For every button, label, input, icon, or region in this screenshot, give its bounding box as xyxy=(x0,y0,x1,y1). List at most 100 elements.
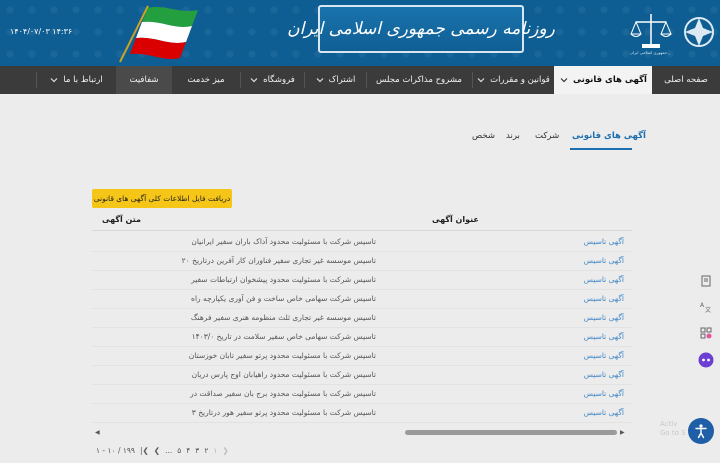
ad-text: تاسیس شرکت با مسئولیت محدود آداک باران س… xyxy=(191,237,376,246)
svg-text:文: 文 xyxy=(705,306,711,313)
page-link[interactable]: ۲ xyxy=(204,446,208,455)
chevron-down-icon xyxy=(250,78,258,83)
pagination: ۱ - ۱۰ / ۱۹۹ |❮ ❮ ... ۵ ۴ ۳ ۲ ۱ ❯ xyxy=(96,443,229,457)
accessibility-button[interactable] xyxy=(688,418,714,444)
nav-transparency[interactable]: شفافیت xyxy=(116,66,172,94)
nav-subscription-label: اشتراک xyxy=(328,75,356,85)
apps-icon[interactable] xyxy=(697,324,715,342)
ad-text: تاسیس موسسه غیر تجاری سفیر فناوران کار آ… xyxy=(181,256,376,265)
table-row[interactable]: آگهی تاسیس تاسیس شرکت سهامی خاص سفیر سلا… xyxy=(92,328,632,347)
ad-title-link[interactable]: آگهی تاسیس xyxy=(584,313,624,322)
ad-text: تاسیس شرکت با مسئولیت محدود راهیابان اوج… xyxy=(191,370,376,379)
tab-legal-ads[interactable]: آگهی های قانونی xyxy=(572,131,646,141)
nav-legal-ads-label: آگهی های قانونی xyxy=(573,75,647,85)
table-row[interactable]: آگهی تاسیس تاسیس شرکت با مسئولیت محدود ر… xyxy=(92,366,632,385)
scroll-left-arrow-icon[interactable]: ◀ xyxy=(95,429,100,436)
chevron-down-icon xyxy=(560,78,568,83)
nav-shop-label: فروشگاه xyxy=(263,75,295,85)
nav-divider xyxy=(366,72,367,88)
nav-divider xyxy=(36,72,37,88)
chevron-down-icon xyxy=(50,78,58,83)
page-link[interactable]: ... xyxy=(165,446,172,455)
nav-laws[interactable]: قوانین و مقررات xyxy=(472,66,554,94)
tab-person[interactable]: شخص xyxy=(472,131,495,141)
chat-icon[interactable] xyxy=(697,351,715,369)
table-row[interactable]: آگهی تاسیس تاسیس شرکت سهامی خاص ساخت و ف… xyxy=(92,290,632,309)
chevron-down-icon xyxy=(316,78,324,83)
scrollbar-thumb[interactable] xyxy=(405,430,617,435)
nav-home[interactable]: صفحه اصلی xyxy=(652,66,720,94)
nav-divider xyxy=(304,72,305,88)
table-header-divider xyxy=(92,230,632,231)
ad-title-link[interactable]: آگهی تاسیس xyxy=(584,237,624,246)
ad-text: تاسیس شرکت با مسئولیت محدود پرتو سفیر تا… xyxy=(188,351,376,360)
nav-divider xyxy=(472,72,473,88)
column-header-text[interactable]: متن آگهی xyxy=(102,215,141,224)
nav-legal-ads[interactable]: آگهی های قانونی xyxy=(554,66,652,94)
ad-text: تاسیس شرکت با مسئولیت محدود پرتو سفیر هو… xyxy=(191,408,376,417)
nav-parliament-label: مشروح مذاکرات مجلس xyxy=(376,75,462,85)
tab-company[interactable]: شرکت xyxy=(535,131,559,141)
tab-brand[interactable]: برند xyxy=(506,131,520,141)
watermark-line-2: Go to S xyxy=(660,429,686,437)
nav-home-label: صفحه اصلی xyxy=(664,75,708,85)
prev-page-icon[interactable]: ❮ xyxy=(154,446,160,455)
watermark-line-1: Activ xyxy=(660,420,678,428)
header-banner: ۱۴۰۴/۰۷/۰۳ ۱۴:۳۶ روزنامه رسمی جمهوری اسل… xyxy=(0,0,720,66)
nav-service-desk-label: میز خدمت xyxy=(187,75,225,85)
ad-title-link[interactable]: آگهی تاسیس xyxy=(584,389,624,398)
ad-text: تاسیس موسسه غیر تجاری ثلث منظومه هنری سف… xyxy=(190,313,376,322)
scroll-right-arrow-icon[interactable]: ▶ xyxy=(620,429,625,436)
ad-text: تاسیس شرکت با مسئولیت محدود برج بان سفیر… xyxy=(190,389,376,398)
page-link[interactable]: ۳ xyxy=(195,446,199,455)
os-watermark: Activ Go to S xyxy=(660,420,686,438)
table-row[interactable]: آگهی تاسیس تاسیس شرکت با مسئولیت محدود پ… xyxy=(92,271,632,290)
pagination-summary: ۱ - ۱۰ / ۱۹۹ xyxy=(96,445,135,455)
emblem-caption: روزنامه رسمی جمهوری اسلامی ایران xyxy=(630,50,670,55)
page-link[interactable]: ۴ xyxy=(186,446,190,455)
chevron-down-icon xyxy=(477,78,485,83)
first-page-icon[interactable]: |❮ xyxy=(140,446,149,455)
ad-title-link[interactable]: آگهی تاسیس xyxy=(584,275,624,284)
page-link-current[interactable]: ۱ xyxy=(213,446,217,455)
nav-subscription[interactable]: اشتراک xyxy=(304,66,366,94)
site-title: روزنامه رسمی جمهوری اسلامی ایران xyxy=(287,19,555,39)
table-row[interactable]: آگهی تاسیس تاسیس موسسه غیر تجاری ثلث منظ… xyxy=(92,309,632,328)
table-row[interactable]: آگهی تاسیس تاسیس موسسه غیر تجاری سفیر فن… xyxy=(92,252,632,271)
iran-flag-icon xyxy=(119,5,198,63)
ad-title-link[interactable]: آگهی تاسیس xyxy=(584,294,624,303)
print-icon[interactable] xyxy=(697,272,715,290)
ornament-icon xyxy=(684,17,714,47)
ad-title-link[interactable]: آگهی تاسیس xyxy=(584,351,624,360)
download-ads-file-button[interactable]: دریافت فایل اطلاعات کلی آگهی های قانونی xyxy=(92,189,232,208)
ad-title-link[interactable]: آگهی تاسیس xyxy=(584,408,624,417)
nav-parliament[interactable]: مشروح مذاکرات مجلس xyxy=(366,66,472,94)
page-link[interactable]: ۵ xyxy=(177,446,181,455)
table-row[interactable]: آگهی تاسیس تاسیس شرکت با مسئولیت محدود پ… xyxy=(92,347,632,366)
ad-text: تاسیس شرکت سهامی خاص ساخت و فن آوری یکپا… xyxy=(191,294,376,303)
current-datetime: ۱۴۰۴/۰۷/۰۳ ۱۴:۳۶ xyxy=(10,27,73,36)
ad-title-link[interactable]: آگهی تاسیس xyxy=(584,256,624,265)
nav-contact-label: ارتباط با ما xyxy=(63,75,103,85)
site-title-box[interactable]: روزنامه رسمی جمهوری اسلامی ایران xyxy=(287,5,555,53)
row-divider xyxy=(92,422,632,423)
nav-divider xyxy=(240,72,241,88)
nav-contact[interactable]: ارتباط با ما xyxy=(36,66,116,94)
nav-laws-label: قوانین و مقررات xyxy=(490,75,550,85)
table-row[interactable]: آگهی تاسیس تاسیس شرکت با مسئولیت محدود آ… xyxy=(92,233,632,252)
table-row[interactable]: آگهی تاسیس تاسیس شرکت با مسئولیت محدود پ… xyxy=(92,404,632,423)
nav-service-desk[interactable]: میز خدمت xyxy=(172,66,240,94)
ad-title-link[interactable]: آگهی تاسیس xyxy=(584,370,624,379)
nav-shop[interactable]: فروشگاه xyxy=(240,66,304,94)
main-nav: صفحه اصلی آگهی های قانونی قوانین و مقررا… xyxy=(0,66,720,94)
nav-transparency-label: شفافیت xyxy=(129,75,159,85)
table-row[interactable]: آگهی تاسیس تاسیس شرکت با مسئولیت محدود ب… xyxy=(92,385,632,404)
tab-active-indicator xyxy=(570,148,632,150)
ad-text: تاسیس شرکت سهامی خاص سفیر سلامت در تاریخ… xyxy=(191,332,376,341)
translate-icon[interactable]: A文 xyxy=(697,298,715,316)
ad-text: تاسیس شرکت با مسئولیت محدود پیشخوان ارتب… xyxy=(191,275,376,284)
ad-title-link[interactable]: آگهی تاسیس xyxy=(584,332,624,341)
next-page-icon[interactable]: ❯ xyxy=(222,446,228,455)
accessibility-icon xyxy=(695,424,707,439)
column-header-title[interactable]: عنوان آگهی xyxy=(432,215,479,224)
